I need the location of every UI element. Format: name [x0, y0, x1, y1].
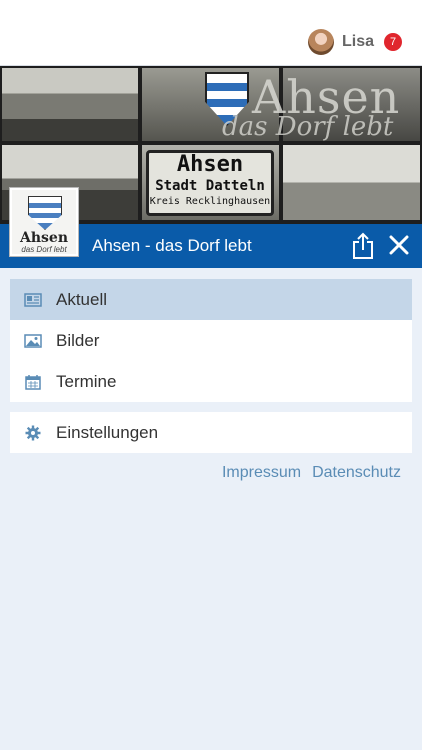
user-name[interactable]: Lisa — [342, 33, 374, 51]
logo-subtitle: das Dorf lebt — [21, 245, 67, 254]
avatar[interactable] — [307, 29, 334, 55]
photo-building — [2, 68, 138, 141]
datenschutz-link[interactable]: Datenschutz — [312, 464, 401, 482]
menu-item-label: Aktuell — [56, 289, 108, 309]
impressum-link[interactable]: Impressum — [222, 464, 301, 482]
menu-item-einstellungen[interactable]: Einstellungen — [10, 412, 412, 453]
menu-item-bilder[interactable]: Bilder — [10, 320, 412, 361]
sign-line-1: Ahsen — [176, 152, 244, 177]
sign-line-2: Stadt Datteln — [155, 178, 265, 194]
menu-item-aktuell[interactable]: Aktuell — [10, 279, 412, 320]
calendar-icon — [24, 374, 42, 390]
top-bar: Lisa 7 — [0, 0, 422, 66]
share-icon — [353, 232, 373, 259]
footer-links: Impressum Datenschutz — [222, 464, 401, 482]
hero-overlay-subtitle: das Dorf lebt — [222, 112, 394, 142]
photo-house — [283, 145, 420, 220]
app-logo: Ahsen das Dorf lebt — [10, 188, 78, 256]
menu-item-termine[interactable]: Termine — [10, 361, 412, 402]
image-icon — [24, 333, 42, 349]
logo-shield-icon — [28, 196, 62, 230]
town-sign: Ahsen Stadt Datteln Kreis Recklinghausen — [146, 150, 274, 216]
menu-item-label: Einstellungen — [56, 422, 159, 442]
page-title: Ahsen - das Dorf lebt — [92, 236, 252, 255]
newspaper-icon — [24, 292, 42, 308]
close-icon — [389, 235, 409, 255]
share-button[interactable] — [350, 232, 376, 260]
main-menu: Aktuell Bilder Termine — [10, 279, 412, 402]
settings-menu: Einstellungen — [10, 412, 412, 453]
sign-line-3: Kreis Recklinghausen — [149, 196, 271, 207]
close-button[interactable] — [388, 234, 410, 256]
logo-title: Ahsen — [19, 230, 68, 246]
menu-item-label: Termine — [56, 371, 117, 391]
notification-badge[interactable]: 7 — [384, 33, 402, 51]
user-menu[interactable]: Lisa 7 — [307, 29, 402, 55]
menu-item-label: Bilder — [56, 330, 100, 350]
gear-icon — [24, 425, 42, 441]
